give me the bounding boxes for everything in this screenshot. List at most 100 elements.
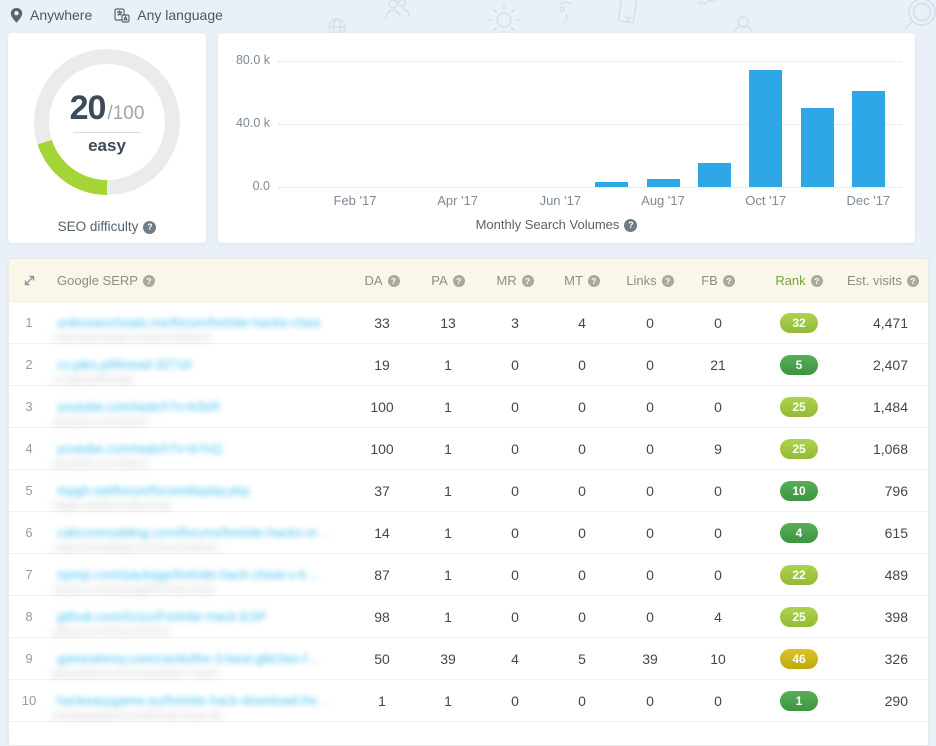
rank-cell: 10 <box>751 480 847 501</box>
x-tick-label: Oct '17 <box>745 193 787 208</box>
serp-url-link[interactable]: hackeasygame.eu/fortnite-hack-download-f… <box>57 693 328 708</box>
serp-url-link[interactable]: youtube.com/watch?v=b7nQ <box>57 441 222 456</box>
serp-url-link[interactable]: github.com/Grizz/Fortnite-Hack-ESP <box>57 609 267 624</box>
pa-value: 1 <box>444 692 452 709</box>
serp-table-card: Google SERP DA PA MR MT Links FB Rank Es… <box>8 258 929 746</box>
fb-value: 4 <box>714 608 722 625</box>
help-icon[interactable] <box>521 275 534 288</box>
help-icon[interactable] <box>142 275 155 288</box>
pa-value: 1 <box>444 398 452 415</box>
help-icon[interactable] <box>810 275 823 288</box>
links-value: 39 <box>642 650 658 667</box>
filter-bar: Anywhere Any language <box>10 3 223 27</box>
help-icon[interactable] <box>387 275 400 288</box>
location-filter[interactable]: Anywhere <box>10 7 92 23</box>
serp-url-cell: unknowncheats.me/forum/fortnite-hacks-ch… <box>49 302 349 344</box>
y-tick-label: 0.0 <box>252 179 270 193</box>
table-header-row: Google SERP DA PA MR MT Links FB Rank Es… <box>9 259 928 302</box>
mr-value: 0 <box>511 356 519 373</box>
fb-value: 10 <box>710 650 726 667</box>
fb-value: 9 <box>714 440 722 457</box>
x-tick-label: Aug '17 <box>641 193 685 208</box>
help-icon[interactable] <box>661 275 674 288</box>
help-icon[interactable] <box>143 220 157 234</box>
bar-Jul '17[interactable] <box>595 182 629 187</box>
links-value: 0 <box>646 692 654 709</box>
est-visits-value: 290 <box>884 692 908 709</box>
difficulty-rating: easy <box>88 135 126 155</box>
people-icon <box>385 0 410 19</box>
bar-Aug '17[interactable] <box>646 179 680 187</box>
serp-url-link[interactable]: mpgh.net/forum/forumdisplay.php <box>57 483 250 498</box>
serp-url-link[interactable]: gameskinny.com/cards/the-3-best-glitches… <box>57 651 318 666</box>
est-visits-value: 615 <box>884 524 908 541</box>
table-row: 3 youtube.com/watch?v=k3xR youtube.com/w… <box>9 386 928 428</box>
help-icon[interactable] <box>452 275 465 288</box>
bar-Sep '17[interactable] <box>697 163 731 187</box>
translate-icon <box>114 7 130 23</box>
help-icon[interactable] <box>624 219 638 233</box>
fb-value: 0 <box>714 566 722 583</box>
col-header-da: DA <box>349 273 415 288</box>
rank-badge: 25 <box>780 606 818 627</box>
table-body: 1 unknowncheats.me/forum/fortnite-hacks-… <box>9 302 928 722</box>
links-value: 0 <box>646 440 654 457</box>
row-number: 6 <box>25 525 33 540</box>
da-value: 87 <box>374 566 390 583</box>
row-number: 8 <box>25 609 33 624</box>
mt-value: 0 <box>578 398 586 415</box>
da-value: 19 <box>374 356 390 373</box>
difficulty-score-max: /100 <box>107 102 145 124</box>
links-value: 0 <box>646 356 654 373</box>
da-value: 100 <box>370 440 394 457</box>
magnifier-icon <box>904 0 936 30</box>
bar-Nov '17[interactable] <box>800 108 834 187</box>
rank-cell: 32 <box>751 312 847 333</box>
col-header-rank: Rank <box>751 273 847 288</box>
col-header-links: Links <box>615 273 685 288</box>
table-row: 8 github.com/Grizz/Fortnite-Hack-ESP git… <box>9 596 928 638</box>
table-row: 4 youtube.com/watch?v=b7nQ youtube.com/w… <box>9 428 928 470</box>
links-value: 0 <box>646 314 654 331</box>
bar-Oct '17[interactable] <box>749 70 783 187</box>
table-row: 5 mpgh.net/forum/forumdisplay.php mpgh.n… <box>9 470 928 512</box>
fb-value: 0 <box>714 482 722 499</box>
serp-url-link[interactable]: npmjs.com/package/fortnite-hack-cheat-v-… <box>57 567 317 582</box>
mr-value: 0 <box>511 398 519 415</box>
mr-value: 3 <box>511 314 519 331</box>
serp-url-link[interactable]: cabconmodding.com/forums/fortnite-hacks-… <box>57 525 328 540</box>
bar-Dec '17[interactable] <box>851 91 885 187</box>
serp-url-cell: cs.jaks.pl/thread-32716 cs.jaks.pl/threa… <box>49 344 349 386</box>
serp-url-cell: gameskinny.com/cards/the-3-best-glitches… <box>49 638 349 680</box>
serp-url-link[interactable]: cs.jaks.pl/thread-32716 <box>57 357 191 372</box>
col-header-google-serp: Google SERP <box>49 273 349 288</box>
fb-value: 0 <box>714 524 722 541</box>
blurred-subtext: mpgh.net/forum/forumdi <box>53 500 170 512</box>
serp-url-link[interactable]: youtube.com/watch?v=k3xR <box>57 399 220 414</box>
help-icon[interactable] <box>587 275 600 288</box>
serp-url-cell: youtube.com/watch?v=b7nQ youtube.com/wat… <box>49 428 349 470</box>
help-icon[interactable] <box>722 275 735 288</box>
search-volume-card: 0.0 40.0 k 80.0 k Feb '17 Apr '17 Jun '17 Aug… <box>218 33 915 243</box>
mt-value: 0 <box>578 524 586 541</box>
pa-value: 39 <box>440 650 456 667</box>
expand-table-button[interactable] <box>9 274 49 287</box>
mr-value: 0 <box>511 524 519 541</box>
row-number: 4 <box>25 441 33 456</box>
col-header-mr: MR <box>481 273 549 288</box>
serp-url-link[interactable]: unknowncheats.me/forum/fortnite-hacks-ch… <box>57 315 320 330</box>
mt-value: 0 <box>578 566 586 583</box>
row-number: 2 <box>25 357 33 372</box>
help-icon[interactable] <box>906 275 919 288</box>
est-visits-value: 2,407 <box>872 356 908 373</box>
fb-value: 0 <box>714 398 722 415</box>
rank-cell: 1 <box>751 690 847 711</box>
mr-value: 0 <box>511 692 519 709</box>
links-value: 0 <box>646 566 654 583</box>
language-filter[interactable]: Any language <box>114 7 223 23</box>
serp-url-cell: cabconmodding.com/forums/fortnite-hacks-… <box>49 512 349 554</box>
table-row: 9 gameskinny.com/cards/the-3-best-glitch… <box>9 638 928 680</box>
difficulty-score: 20 <box>69 88 107 127</box>
mt-value: 4 <box>578 314 586 331</box>
links-value: 0 <box>646 398 654 415</box>
